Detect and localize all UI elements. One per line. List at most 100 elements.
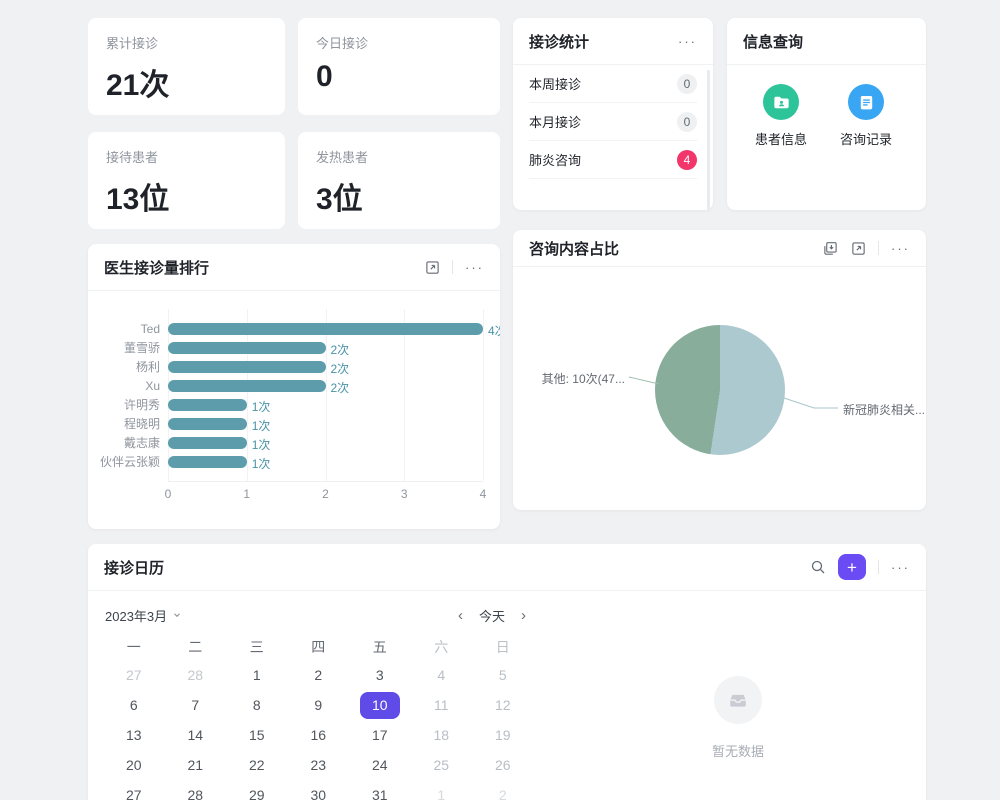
calendar-week-row: 272812345 [103,660,534,690]
bar-track: 4次 [168,323,483,335]
calendar-day[interactable]: 25 [411,750,473,780]
today-button[interactable]: 今天 [479,606,505,625]
bar-track: 1次 [168,456,483,468]
bar-row: 伙伴云张颖1次 [88,452,500,471]
calendar-day[interactable]: 2 [472,780,534,800]
weekday-header: 五 [349,634,411,660]
bar-category-label: 程晓明 [88,415,168,432]
stat-card-value: 21次 [106,60,267,104]
calendar-day[interactable]: 16 [288,720,350,750]
stat-card-label: 累计接诊 [106,33,267,52]
shortcut-consult-records[interactable]: 咨询记录 [836,84,896,148]
inbox-icon [714,676,762,724]
calendar-grid: 一二三四五六日 27281234567891011121314151617181… [103,634,534,800]
calendar-day[interactable]: 28 [165,780,227,800]
stats-list-item[interactable]: 本月接诊0 [529,103,697,141]
calendar-day[interactable]: 3 [349,660,411,690]
next-month-button[interactable]: › [515,607,532,624]
more-menu-icon[interactable]: ··· [678,35,697,48]
calendar-day[interactable]: 18 [411,720,473,750]
bar-category-label: 杨利 [88,358,168,375]
prev-month-button[interactable]: ‹ [452,607,469,624]
bar-value-label: 2次 [331,341,350,358]
calendar-day[interactable]: 7 [165,690,227,720]
add-button[interactable]: + [838,554,866,580]
bar-track: 1次 [168,418,483,430]
calendar-day[interactable]: 12 [472,690,534,720]
x-axis-tick: 2 [322,487,329,501]
panel-title: 医生接诊量排行 [104,257,412,278]
divider [878,241,879,255]
shortcut-label: 咨询记录 [840,129,892,148]
stat-card: 累计接诊 21次 [88,18,285,115]
calendar-day[interactable]: 20 [103,750,165,780]
calendar-day[interactable]: 21 [165,750,227,780]
dashboard-content: 累计接诊21次今日接诊0接待患者13位发热患者3位 医生接诊量排行 ··· [88,18,926,800]
calendar-day[interactable]: 22 [226,750,288,780]
left-column: 累计接诊21次今日接诊0接待患者13位发热患者3位 医生接诊量排行 ··· [88,18,500,529]
calendar-day[interactable]: 10 [349,690,411,720]
calendar-day[interactable]: 23 [288,750,350,780]
bar-row: 许明秀1次 [88,395,500,414]
save-download-icon[interactable] [822,240,838,256]
x-axis-tick: 1 [243,487,250,501]
bar-value-label: 1次 [252,436,271,453]
calendar-day[interactable]: 29 [226,780,288,800]
more-menu-icon[interactable]: ··· [465,261,484,274]
calendar-day[interactable]: 14 [165,720,227,750]
calendar-day[interactable]: 5 [472,660,534,690]
empty-state-text: 暂无数据 [648,741,828,760]
bar-track: 2次 [168,361,483,373]
right-column: 接诊统计 ··· 本周接诊0本月接诊0肺炎咨询4 信息查询 [513,18,926,529]
bar-category-label: 伙伴云张颖 [88,453,168,470]
calendar-day[interactable]: 27 [103,660,165,690]
bar [168,418,247,430]
calendar-day[interactable]: 24 [349,750,411,780]
x-axis-tick: 4 [480,487,487,501]
scrollbar-thumb[interactable] [707,70,710,210]
weekday-header: 一 [103,634,165,660]
stats-list-item[interactable]: 本周接诊0 [529,65,697,103]
bar [168,399,247,411]
calendar-day[interactable]: 9 [288,690,350,720]
calendar-day[interactable]: 17 [349,720,411,750]
panel-title: 接诊日历 [104,557,798,578]
calendar-day[interactable]: 13 [103,720,165,750]
calendar-day[interactable]: 26 [472,750,534,780]
expand-icon[interactable] [850,240,866,256]
calendar-nav: ‹ 今天 › [88,606,896,625]
calendar-day[interactable]: 31 [349,780,411,800]
search-icon[interactable] [810,559,826,575]
shortcut-patient-info[interactable]: 患者信息 [751,84,811,148]
calendar-day[interactable]: 2 [288,660,350,690]
calendar-day[interactable]: 28 [165,660,227,690]
calendar-day[interactable]: 11 [411,690,473,720]
stat-card-label: 接待患者 [106,147,267,166]
calendar-day[interactable]: 1 [411,780,473,800]
consult-content-panel: 咨询内容占比 [513,230,926,510]
stats-list-item[interactable]: 肺炎咨询4 [529,141,697,179]
bar [168,456,247,468]
bar-rows: Ted4次董雪骄2次杨利2次Xu2次许明秀1次程晓明1次戴志康1次伙伴云张颖1次 [88,319,500,471]
calendar-day[interactable]: 19 [472,720,534,750]
calendar-day[interactable]: 27 [103,780,165,800]
consult-stats-header: 接诊统计 ··· [513,18,713,65]
pie-label-covid: 新冠肺炎相关... [843,401,925,418]
calendar-day[interactable]: 4 [411,660,473,690]
expand-icon[interactable] [424,259,440,275]
calendar-day[interactable]: 1 [226,660,288,690]
info-query-panel: 信息查询 患者信 [727,18,926,210]
calendar-week-row: 6789101112 [103,690,534,720]
weekday-header: 日 [472,634,534,660]
calendar-day[interactable]: 30 [288,780,350,800]
calendar-day[interactable]: 8 [226,690,288,720]
calendar-header: 接诊日历 + ··· [88,544,926,591]
calendar-day[interactable]: 6 [103,690,165,720]
more-menu-icon[interactable]: ··· [891,242,910,255]
more-menu-icon[interactable]: ··· [891,561,910,574]
stat-card: 接待患者13位 [88,132,285,229]
bar-track: 2次 [168,380,483,392]
calendar-day[interactable]: 15 [226,720,288,750]
panel-title: 咨询内容占比 [529,238,810,259]
bar-value-label: 2次 [331,379,350,396]
